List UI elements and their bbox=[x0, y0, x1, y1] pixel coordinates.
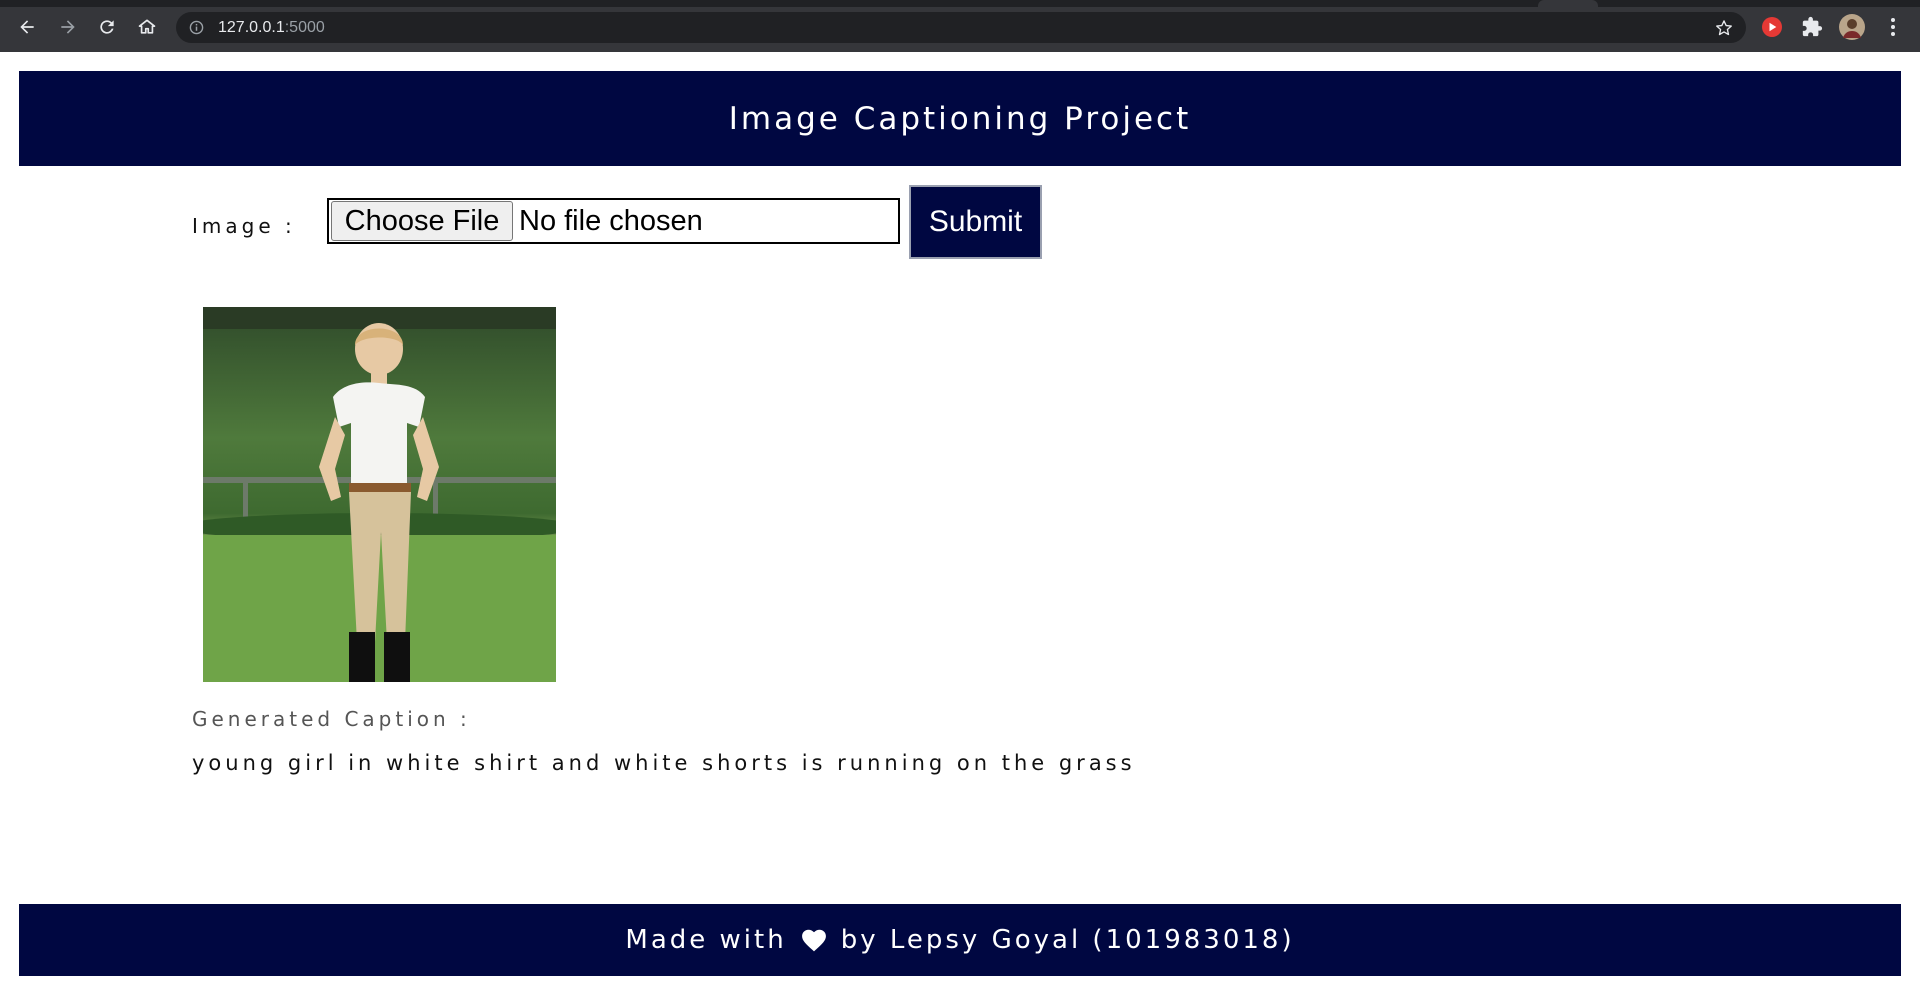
footer-author: by Lepsy Goyal (101983018) bbox=[840, 925, 1295, 955]
info-icon[interactable] bbox=[189, 20, 204, 35]
caption-label: Generated Caption : bbox=[192, 707, 471, 731]
home-button[interactable] bbox=[133, 13, 161, 41]
forward-button[interactable] bbox=[54, 13, 82, 41]
tab-active[interactable] bbox=[1538, 0, 1598, 7]
file-status-text: No file chosen bbox=[519, 204, 703, 237]
home-icon bbox=[138, 19, 156, 34]
forward-arrow-icon bbox=[61, 20, 75, 34]
avatar[interactable] bbox=[1839, 14, 1865, 40]
heart-icon bbox=[801, 929, 826, 952]
caption-text: young girl in white shirt and white shor… bbox=[192, 751, 1136, 775]
uploaded-image bbox=[203, 307, 556, 682]
back-arrow-icon bbox=[20, 20, 34, 34]
page-header: Image Captioning Project bbox=[19, 71, 1901, 166]
puzzle-icon bbox=[1802, 16, 1823, 37]
star-icon[interactable] bbox=[1714, 18, 1734, 38]
page-title: Image Captioning Project bbox=[728, 100, 1192, 137]
address-bar[interactable]: 127.0.0.1:5000 bbox=[176, 12, 1746, 43]
back-button[interactable] bbox=[13, 13, 41, 41]
footer-text: Made with by Lepsy Goyal (101983018) bbox=[625, 925, 1294, 955]
kebab-menu-icon bbox=[1891, 18, 1895, 36]
reload-icon bbox=[100, 20, 114, 34]
url-text: 127.0.0.1:5000 bbox=[218, 19, 325, 37]
photo-girl-on-grass bbox=[203, 307, 556, 682]
tab-strip bbox=[0, 0, 1920, 7]
browser-menu-button[interactable] bbox=[1880, 14, 1906, 40]
url-port: :5000 bbox=[284, 19, 325, 36]
youtube-extension-button[interactable] bbox=[1759, 14, 1785, 40]
url-host: 127.0.0.1 bbox=[218, 19, 285, 36]
browser-toolbar: 127.0.0.1:5000 bbox=[0, 0, 1920, 52]
extensions-button[interactable] bbox=[1799, 14, 1825, 40]
page-footer: Made with by Lepsy Goyal (101983018) bbox=[19, 904, 1901, 976]
image-label: Image : bbox=[192, 214, 296, 238]
footer-made-with: Made with bbox=[625, 925, 787, 955]
youtube-extension-icon bbox=[1762, 17, 1782, 37]
file-input[interactable]: Choose File No file chosen bbox=[327, 198, 900, 244]
reload-button[interactable] bbox=[93, 13, 121, 41]
submit-button[interactable]: Submit bbox=[909, 185, 1042, 259]
choose-file-button[interactable]: Choose File bbox=[331, 201, 513, 241]
avatar-image bbox=[1839, 14, 1865, 40]
